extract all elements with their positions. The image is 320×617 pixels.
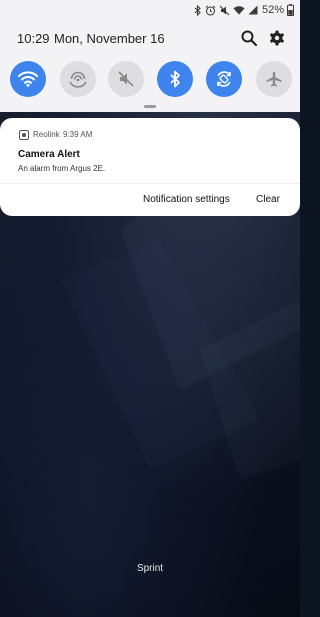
battery-percent: 52% [261, 4, 284, 16]
airplane-mode-toggle[interactable] [256, 61, 292, 97]
signal-icon [248, 5, 258, 15]
notification-settings-button[interactable]: Notification settings [143, 194, 230, 205]
notification-time: 9:39 AM [63, 130, 93, 139]
notification-app-name: Reolink [33, 130, 60, 139]
mute-icon [219, 5, 230, 15]
wifi-icon [233, 6, 245, 15]
panel-drag-handle[interactable] [144, 105, 156, 108]
date[interactable]: Mon, November 16 [54, 31, 165, 46]
search-icon[interactable] [240, 29, 258, 47]
wifi-toggle[interactable] [10, 61, 46, 97]
mobile-hotspot-toggle[interactable] [60, 61, 96, 97]
battery-icon [287, 4, 294, 16]
card-divider [0, 183, 300, 184]
auto-rotate-toggle[interactable] [206, 61, 242, 97]
alarm-icon [205, 5, 216, 16]
reolink-app-icon [19, 130, 29, 140]
clear-button[interactable]: Clear [256, 194, 280, 205]
bluetooth-toggle[interactable] [157, 61, 193, 97]
mute-icon [118, 71, 134, 87]
wifi-icon [18, 71, 38, 87]
clock: 10:29 [17, 31, 50, 46]
bluetooth-icon [194, 4, 201, 16]
auto-rotate-icon [217, 71, 231, 87]
notification-title: Camera Alert [18, 149, 80, 160]
sound-mute-toggle[interactable] [108, 61, 144, 97]
gear-icon[interactable] [268, 29, 286, 47]
airplane-icon [266, 71, 282, 87]
status-bar: 52% [194, 3, 294, 17]
carrier-label: Sprint [136, 563, 164, 574]
notification-body: An alarm from Argus 2E. [18, 164, 106, 173]
mobile-hotspot-icon [69, 71, 87, 88]
bluetooth-icon [170, 70, 180, 88]
quick-settings-row [6, 61, 296, 97]
